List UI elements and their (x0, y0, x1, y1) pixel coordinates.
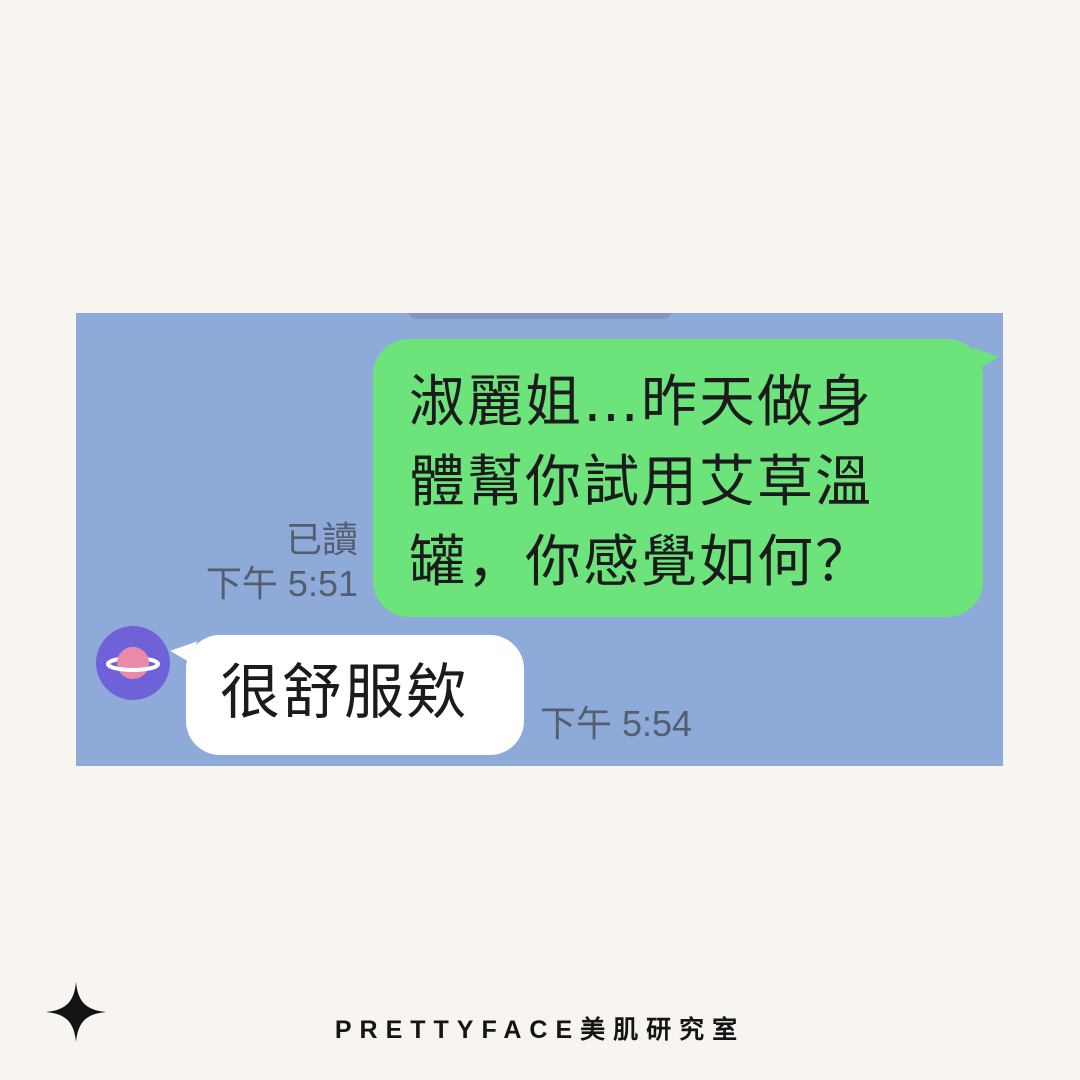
outgoing-message-bubble[interactable]: 淑麗姐…昨天做身 體幫你試用艾草溫 罐，你感覺如何？ (373, 339, 1001, 617)
incoming-message-text: 很舒服欸 (220, 658, 468, 728)
planet-icon (106, 647, 160, 679)
incoming-message-bubble[interactable]: 很舒服欸 (168, 633, 524, 755)
incoming-timestamp: 下午 5:54 (540, 703, 693, 744)
bubble-tail (168, 633, 198, 663)
outgoing-meta: 已讀 下午 5:51 (206, 518, 358, 606)
bubble-tail (971, 339, 1001, 369)
brand-footer: PRETTYFACE美肌研究室 (334, 1016, 746, 1044)
partial-message-pill (408, 313, 672, 319)
chat-screenshot: 已讀 下午 5:51 淑麗姐…昨天做身 體幫你試用艾草溫 罐，你感覺如何？ 很舒… (76, 313, 1003, 766)
contact-avatar[interactable] (96, 626, 170, 700)
read-receipt: 已讀 (285, 519, 358, 560)
outgoing-timestamp: 下午 5:51 (205, 563, 358, 604)
outgoing-message-text: 淑麗姐…昨天做身 體幫你試用艾草溫 罐，你感覺如何？ (409, 370, 873, 595)
